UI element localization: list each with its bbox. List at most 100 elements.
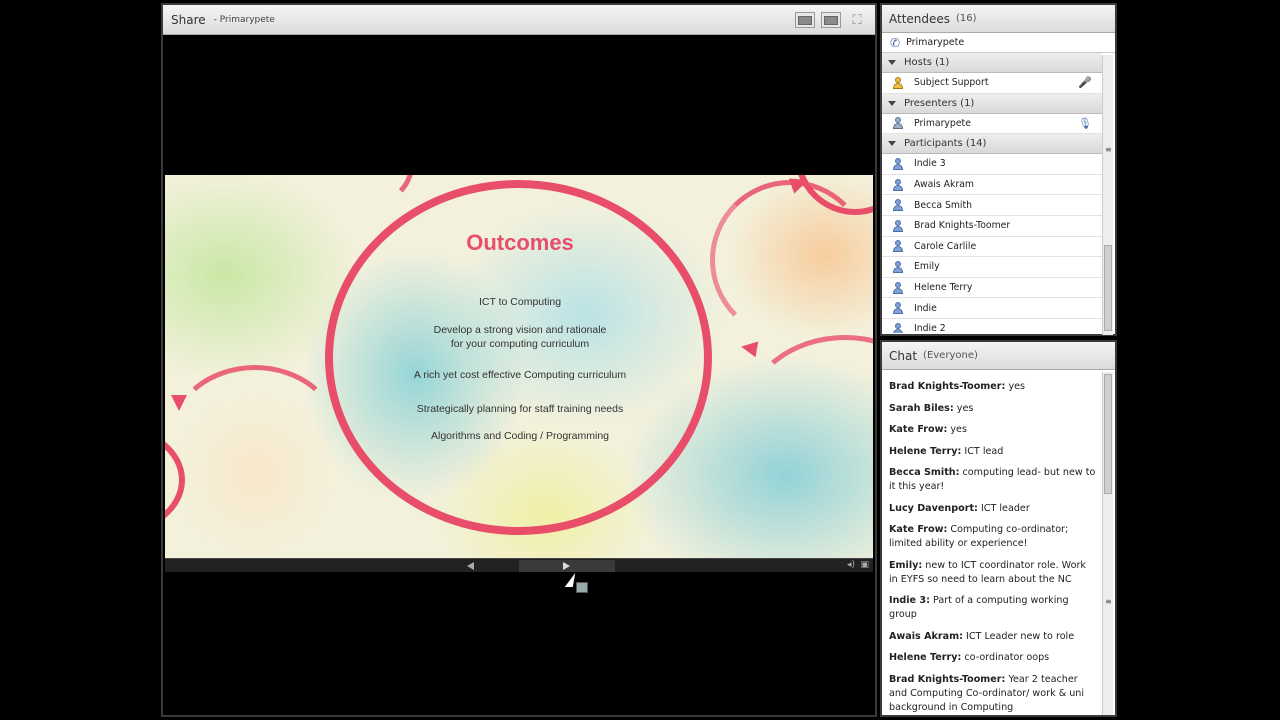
chat-sender: Lucy Davenport: (889, 502, 978, 514)
attendee-row[interactable]: Brad Knights-Toomer (882, 216, 1102, 237)
attendee-row[interactable]: Helene Terry (882, 278, 1102, 299)
chat-message: Awais Akram: ICT Leader new to role (889, 630, 1096, 644)
attendee-row[interactable]: Indie (882, 298, 1102, 319)
group-label: Participants (14) (904, 138, 987, 150)
user-icon (892, 322, 904, 333)
chat-message: Kate Frow: yes (889, 423, 1096, 437)
scrollbar-thumb[interactable] (1104, 374, 1112, 494)
attendee-list: Hosts (1) Subject Support 🎤 Presenters (… (882, 53, 1115, 333)
user-icon (892, 157, 904, 170)
chat-text: ICT Leader new to role (966, 630, 1075, 642)
volume-icon[interactable]: ◂) (847, 560, 855, 570)
chat-sender: Indie 3: (889, 595, 930, 606)
mic-active-icon: 🎙 (1078, 116, 1092, 130)
chat-pod-header: Chat (Everyone) (882, 342, 1115, 370)
chat-text: ICT leader (980, 502, 1030, 514)
decorative-arc (170, 365, 340, 505)
host-user-icon (892, 76, 904, 89)
my-status-row[interactable]: ✆ Primarypete (882, 33, 1115, 53)
group-label: Presenters (1) (904, 97, 975, 109)
presenter-user-icon (892, 117, 904, 130)
phone-icon[interactable]: ✆ (890, 36, 900, 50)
my-name: Primarypete (906, 37, 965, 48)
attendee-row[interactable]: Becca Smith (882, 195, 1102, 216)
attendee-row[interactable]: Subject Support 🎤 (882, 73, 1102, 94)
attendees-title: Attendees (889, 11, 951, 26)
decorative-arc (745, 335, 873, 495)
chat-sender: Kate Frow: (889, 524, 948, 535)
attendees-pod: Attendees (16) ✆ Primarypete Hosts (1) S… (880, 3, 1117, 336)
chat-message: Emily: new to ICT coordinator role. Work… (889, 559, 1096, 587)
fit-to-page-icon[interactable]: ▣ (860, 560, 869, 570)
group-label: Hosts (1) (904, 57, 950, 68)
chat-message: Becca Smith: computing lead- but new to … (889, 466, 1096, 494)
attendees-pod-header: Attendees (16) (882, 5, 1115, 33)
chat-messages: Brad Knights-Toomer: yes Sarah Biles: ye… (882, 372, 1102, 717)
chat-text: yes (1008, 381, 1026, 392)
share-pod-header: Share - Primarypete ⛶ (163, 5, 875, 35)
group-header-presenters[interactable]: Presenters (1) (882, 93, 1102, 114)
chat-text: ICT lead (964, 445, 1004, 457)
share-pod-title: Share (171, 12, 206, 27)
attendee-name: Carole Carlile (914, 240, 977, 252)
attendees-scrollbar[interactable]: ≡ (1102, 55, 1113, 335)
attendee-name: Indie 3 (914, 158, 946, 170)
outcome-item: Algorithms and Coding / Programming (431, 430, 609, 442)
scroll-grip-icon: ≡ (1105, 145, 1112, 154)
outcome-item: Strategically planning for staff trainin… (416, 403, 624, 415)
decorative-arc (335, 175, 415, 205)
group-header-participants[interactable]: Participants (14) (882, 134, 1102, 155)
fullscreen-icon[interactable]: ⛶ (847, 12, 867, 28)
attendee-row[interactable]: Primarypete 🎙 (882, 114, 1102, 135)
attendee-row[interactable]: Carole Carlile (882, 237, 1102, 258)
chat-sender: Kate Frow: (889, 424, 948, 435)
user-icon (892, 219, 904, 232)
attendee-row[interactable]: Awais Akram (882, 175, 1102, 196)
user-icon (892, 178, 904, 191)
chat-sender: Awais Akram: (889, 630, 963, 642)
outcome-item: Develop a strong vision and rationale fo… (433, 324, 607, 350)
scroll-grip-icon: ≡ (1105, 597, 1112, 606)
screen-fit-icon[interactable] (821, 12, 841, 28)
connect-meeting-room: Share - Primarypete ⛶ Outcomes ICT to Co… (0, 0, 1280, 720)
outcome-item: A rich yet cost effective Computing curr… (413, 369, 627, 381)
presenter-cursor-badge-icon (576, 582, 588, 593)
chat-message: Helene Terry: ICT lead (889, 445, 1096, 459)
attendee-name: Indie (914, 302, 937, 314)
chat-sender: Becca Smith: (889, 467, 960, 478)
attendee-name: Brad Knights-Toomer (914, 220, 1011, 232)
share-pod: Share - Primarypete ⛶ Outcomes ICT to Co… (161, 3, 877, 717)
chat-text: yes (950, 424, 967, 435)
screen-view-icon[interactable] (795, 12, 815, 28)
attendee-name: Emily (914, 261, 940, 273)
group-header-hosts[interactable]: Hosts (1) (882, 53, 1102, 73)
attendee-row[interactable]: Emily (882, 257, 1102, 278)
collapse-triangle-icon[interactable] (888, 100, 896, 106)
chat-sender: Brad Knights-Toomer: (889, 673, 1006, 685)
chat-scrollbar[interactable]: ≡ (1102, 372, 1113, 715)
chat-title: Chat (889, 348, 918, 363)
chat-sender: Emily: (889, 559, 923, 571)
chat-sender: Brad Knights-Toomer: (889, 381, 1006, 392)
attendee-name: Primarypete (914, 117, 971, 129)
share-presenter-name: - Primarypete (213, 14, 275, 25)
scrollbar-thumb[interactable] (1104, 245, 1112, 331)
collapse-triangle-icon[interactable] (888, 60, 896, 65)
collapse-triangle-icon[interactable] (888, 141, 896, 147)
attendee-row[interactable]: Indie 3 (882, 154, 1102, 175)
prev-slide-icon[interactable] (467, 562, 474, 570)
chat-message: Indie 3: Part of a computing working gro… (889, 594, 1096, 622)
chat-pod: Chat (Everyone) Brad Knights-Toomer: yes… (880, 340, 1117, 717)
attendee-row[interactable]: Indie 2 (882, 319, 1102, 333)
attendee-name: Becca Smith (914, 199, 973, 211)
chat-message: Brad Knights-Toomer: yes (889, 380, 1096, 394)
next-slide-icon[interactable] (563, 562, 570, 570)
user-icon (892, 199, 904, 212)
chat-text: co-ordinator oops (964, 652, 1050, 663)
chat-scope: (Everyone) (923, 350, 978, 361)
chat-message: Helene Terry: co-ordinator oops (889, 651, 1096, 665)
outcome-item: ICT to Computing (478, 296, 562, 308)
attendee-name: Indie 2 (914, 323, 946, 333)
user-icon (892, 302, 904, 315)
presentation-slide: Outcomes ICT to Computing Develop a stro… (165, 175, 873, 558)
